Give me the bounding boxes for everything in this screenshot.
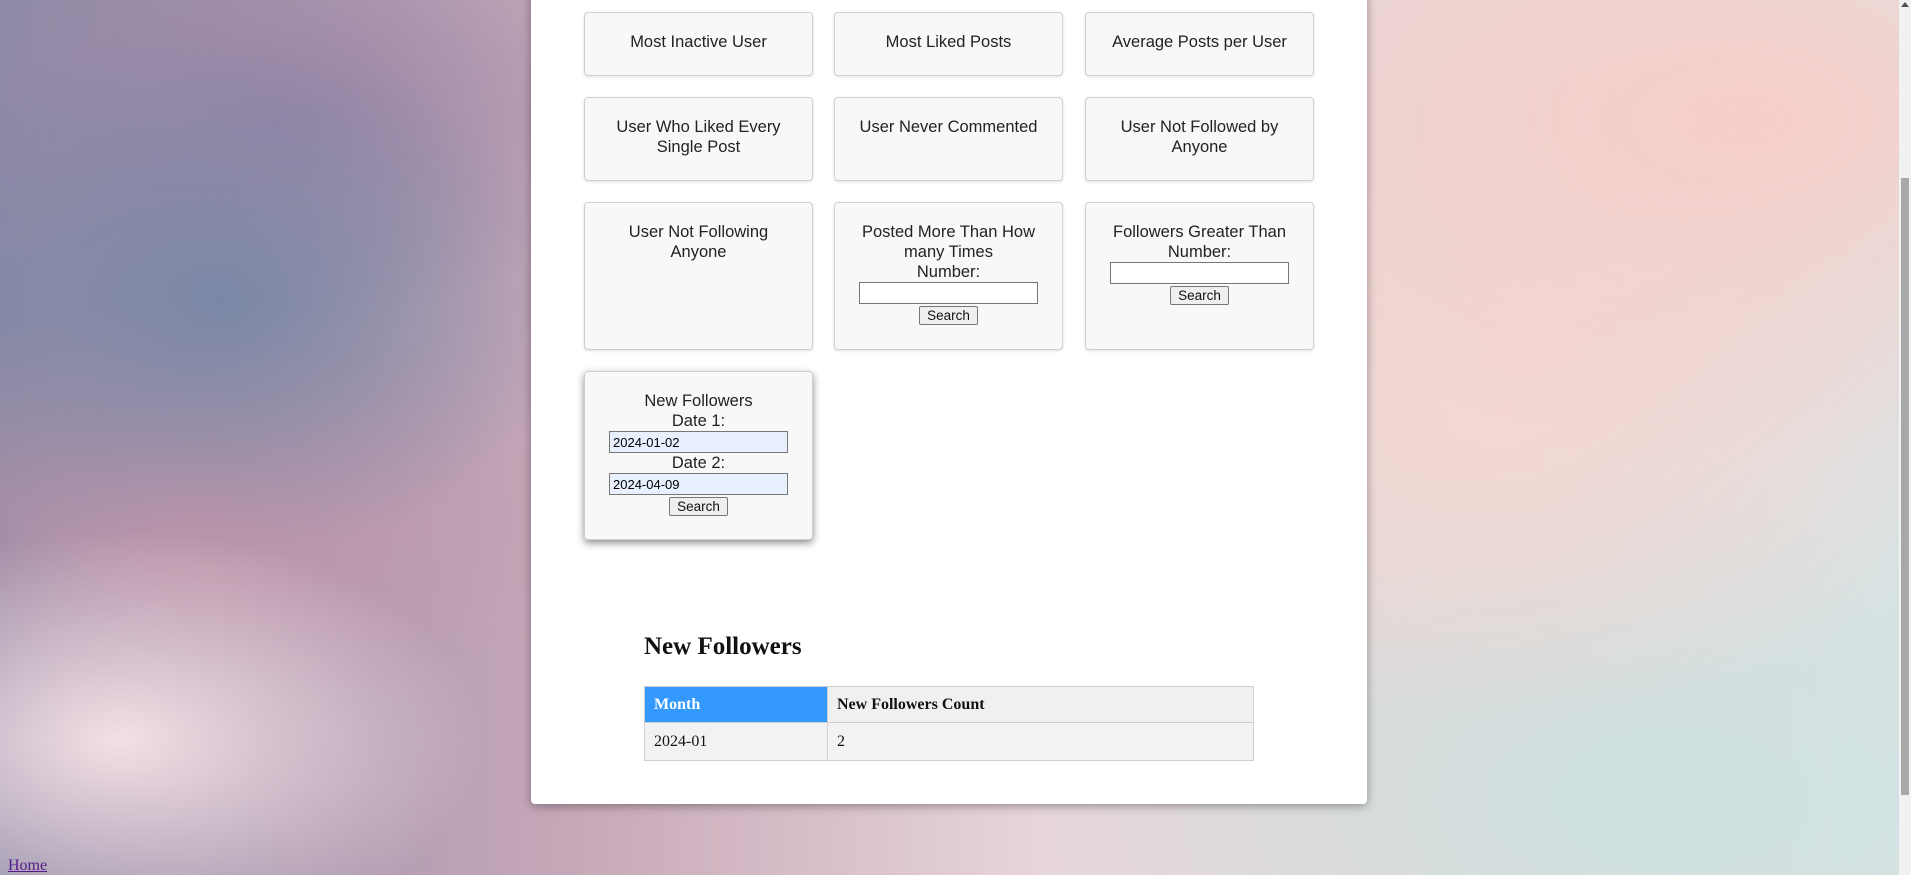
date1-input[interactable] bbox=[609, 431, 788, 453]
table-row: 2024-01 2 bbox=[644, 722, 1254, 761]
card-label: Most Inactive User bbox=[630, 33, 767, 51]
average-posts-per-user-card[interactable]: Average Posts per User bbox=[1085, 12, 1314, 76]
number-label: Number: bbox=[916, 263, 981, 281]
user-not-followed-card[interactable]: User Not Followed by Anyone bbox=[1085, 97, 1314, 181]
card-label: Average Posts per User bbox=[1112, 33, 1287, 51]
date1-label: Date 1: bbox=[671, 412, 726, 430]
column-header-count[interactable]: New Followers Count bbox=[827, 686, 1254, 723]
followers-greater-than-card: Followers Greater Than Number: Search bbox=[1085, 202, 1314, 350]
table-header-row: Month New Followers Count bbox=[644, 686, 1254, 723]
user-never-commented-card[interactable]: User Never Commented bbox=[834, 97, 1063, 181]
number-label: Number: bbox=[1167, 243, 1232, 261]
results-title: New Followers bbox=[644, 633, 802, 660]
card-label: User Never Commented bbox=[859, 118, 1038, 136]
most-liked-posts-card[interactable]: Most Liked Posts bbox=[834, 12, 1063, 76]
card-label: User Not Followed by Anyone bbox=[1120, 118, 1279, 156]
vertical-scrollbar[interactable] bbox=[1899, 0, 1911, 875]
cell-month: 2024-01 bbox=[644, 722, 828, 761]
card-title: New Followers bbox=[644, 392, 753, 410]
card-label: User Not Following Anyone bbox=[628, 223, 769, 261]
cell-count: 2 bbox=[827, 722, 1254, 761]
most-inactive-user-card[interactable]: Most Inactive User bbox=[584, 12, 813, 76]
results-table: Month New Followers Count 2024-01 2 bbox=[644, 686, 1254, 761]
date2-input[interactable] bbox=[609, 473, 788, 495]
posted-search-button[interactable]: Search bbox=[919, 306, 978, 325]
column-header-month[interactable]: Month bbox=[644, 686, 828, 723]
date2-label: Date 2: bbox=[671, 454, 726, 472]
card-title: Followers Greater Than bbox=[1112, 223, 1287, 241]
new-followers-search-button[interactable]: Search bbox=[669, 497, 728, 516]
posted-more-than-card: Posted More Than How many Times Number: … bbox=[834, 202, 1063, 350]
user-not-following-card[interactable]: User Not Following Anyone bbox=[584, 202, 813, 350]
followers-number-input[interactable] bbox=[1110, 262, 1289, 284]
card-title: Posted More Than How many Times bbox=[861, 223, 1036, 261]
followers-search-button[interactable]: Search bbox=[1170, 286, 1229, 305]
home-link[interactable]: Home bbox=[8, 857, 47, 875]
user-liked-every-post-card[interactable]: User Who Liked Every Single Post bbox=[584, 97, 813, 181]
card-label: Most Liked Posts bbox=[885, 33, 1012, 51]
new-followers-form-card: New Followers Date 1: Date 2: Search bbox=[584, 371, 813, 540]
card-label: User Who Liked Every Single Post bbox=[616, 118, 781, 156]
posted-number-input[interactable] bbox=[859, 282, 1038, 304]
scrollbar-thumb[interactable] bbox=[1901, 178, 1909, 795]
scroll-up-arrow-icon[interactable] bbox=[1901, 2, 1909, 7]
